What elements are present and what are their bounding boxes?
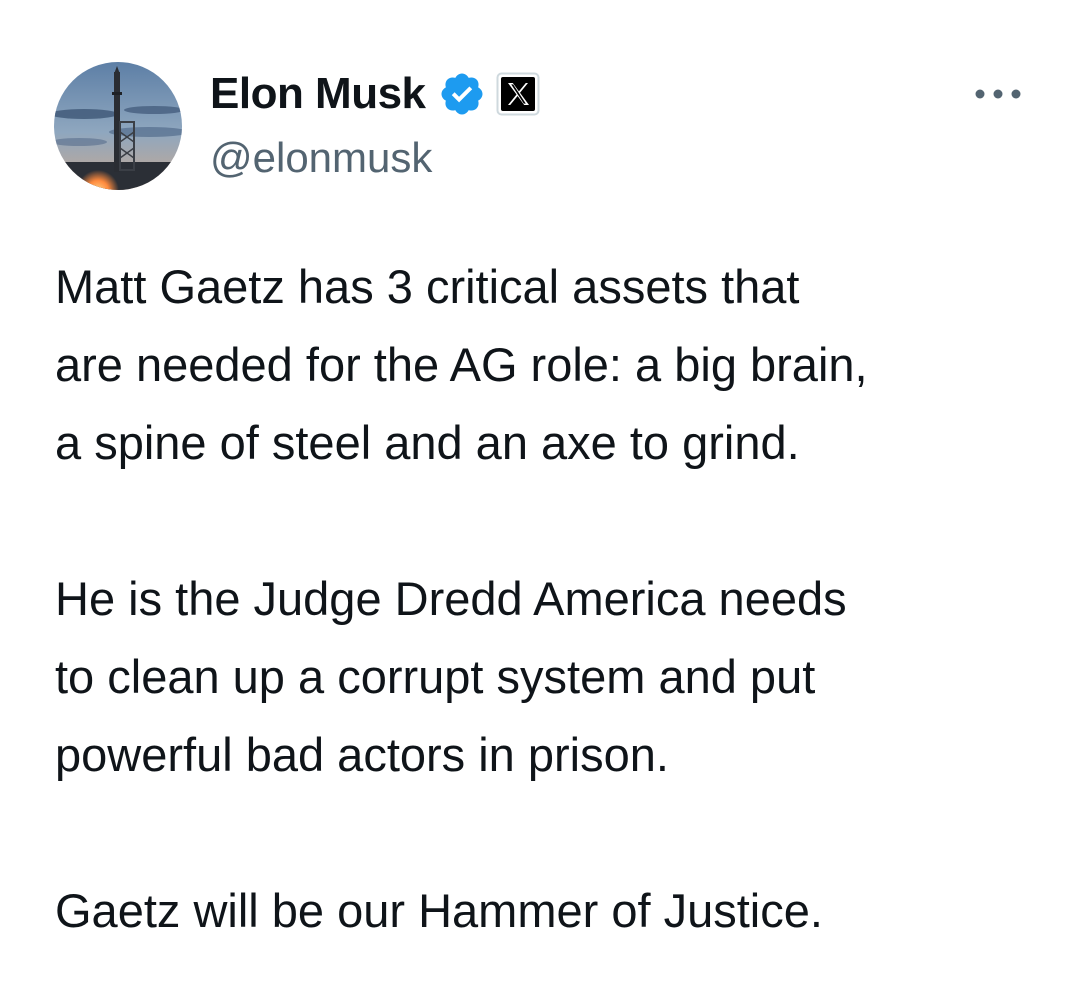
x-logo-icon[interactable]: [496, 72, 540, 116]
tweet-card: Elon Musk @elonmusk Matt Gaetz has 3 cri…: [0, 0, 1080, 995]
author-display-name[interactable]: Elon Musk: [210, 69, 426, 119]
tweet-text: Matt Gaetz has 3 critical assets that ar…: [55, 248, 1045, 950]
rocket-launch-avatar-image: [54, 62, 182, 190]
avatar[interactable]: [54, 62, 182, 190]
author-name-row: Elon Musk: [210, 66, 540, 122]
tweet-paragraph: Matt Gaetz has 3 critical assets that ar…: [55, 260, 868, 469]
more-horizontal-icon[interactable]: [970, 82, 1026, 106]
verified-badge-icon[interactable]: [438, 70, 486, 118]
tweet-paragraph: Gaetz will be our Hammer of Justice.: [55, 884, 823, 937]
author-handle[interactable]: @elonmusk: [210, 134, 432, 182]
tweet-paragraph: He is the Judge Dredd America needs to c…: [55, 572, 847, 781]
